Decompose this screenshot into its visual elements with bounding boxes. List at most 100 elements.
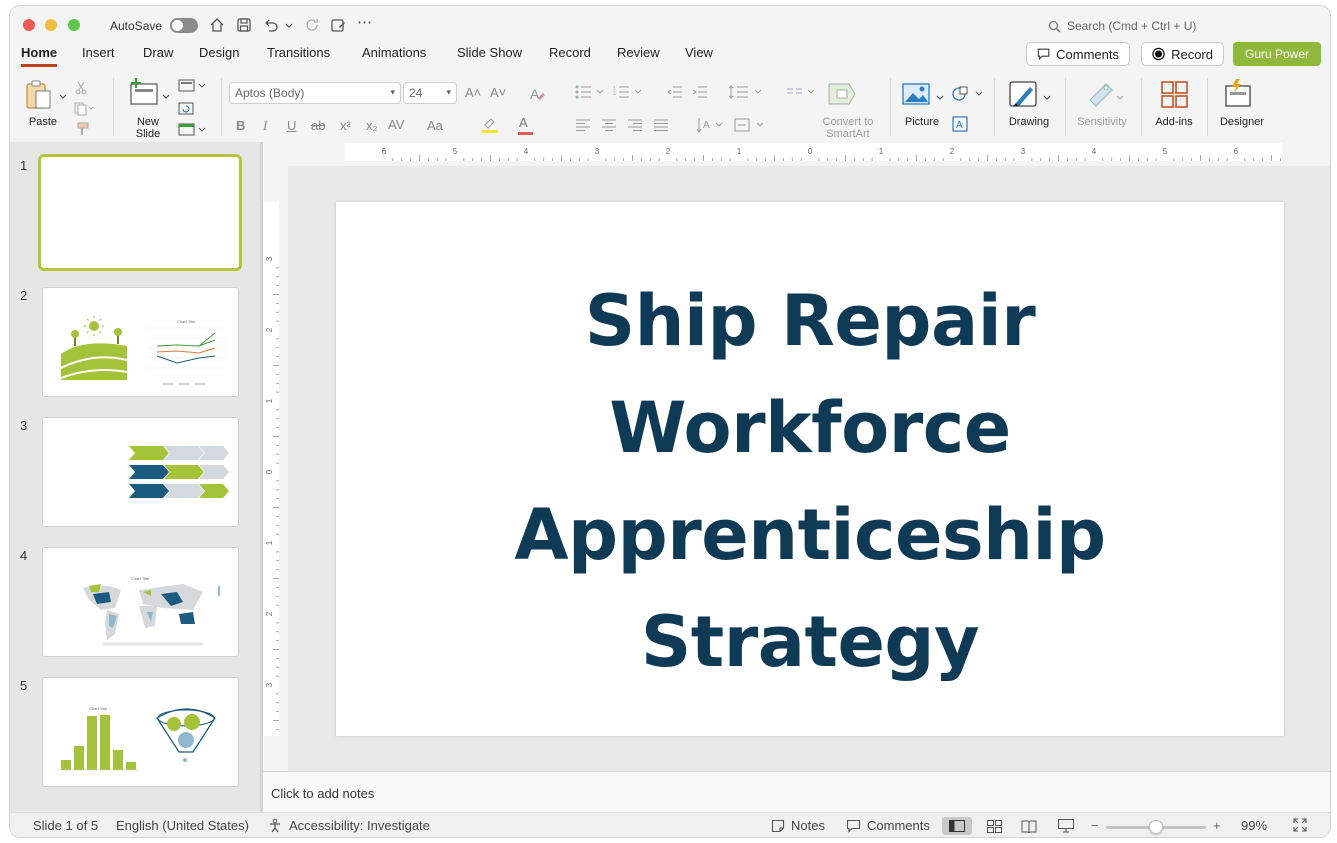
- autosave-toggle[interactable]: [170, 18, 198, 33]
- reset-icon[interactable]: [178, 102, 194, 118]
- tab-view[interactable]: View: [685, 45, 713, 64]
- fit-to-window-button[interactable]: [1293, 818, 1307, 832]
- comments-toggle-button[interactable]: Comments: [846, 818, 930, 833]
- slide-thumbnail-5[interactable]: Chart Title: [42, 677, 239, 787]
- subscript-button[interactable]: x₂: [366, 119, 378, 133]
- redo-icon[interactable]: [304, 17, 320, 37]
- slide-canvas[interactable]: Ship Repair Workforce Apprenticeship Str…: [336, 202, 1284, 736]
- text-direction-icon[interactable]: A: [696, 116, 726, 136]
- zoom-in-button[interactable]: +: [1213, 818, 1221, 833]
- tab-transitions[interactable]: Transitions: [267, 45, 330, 64]
- accessibility-button[interactable]: Accessibility: Investigate: [268, 818, 430, 833]
- tab-record[interactable]: Record: [549, 45, 591, 64]
- font-name-select[interactable]: Aptos (Body) ▾: [229, 82, 401, 104]
- ruler-label: 1: [265, 398, 274, 403]
- tab-design[interactable]: Design: [199, 45, 239, 64]
- paste-icon[interactable]: [25, 79, 55, 113]
- justify-icon[interactable]: [653, 118, 669, 134]
- tab-insert[interactable]: Insert: [82, 45, 115, 64]
- normal-view-button[interactable]: [942, 817, 972, 835]
- change-case-button[interactable]: Aa: [427, 119, 443, 133]
- align-center-icon[interactable]: [601, 118, 617, 134]
- slide-thumbnail-1[interactable]: [38, 154, 242, 271]
- zoom-slider[interactable]: [1106, 820, 1206, 834]
- section-icon[interactable]: [178, 123, 206, 139]
- sensitivity-dropdown-icon[interactable]: [1116, 90, 1124, 104]
- slide-title[interactable]: Ship Repair Workforce Apprenticeship Str…: [396, 242, 1224, 722]
- align-right-icon[interactable]: [627, 118, 643, 134]
- zoom-out-button[interactable]: −: [1091, 818, 1099, 833]
- bullets-icon[interactable]: [575, 85, 605, 101]
- minimize-window-button[interactable]: [45, 19, 57, 31]
- italic-button[interactable]: I: [263, 119, 267, 133]
- slideshow-view-button[interactable]: [1051, 817, 1081, 835]
- maximize-window-button[interactable]: [68, 19, 80, 31]
- tab-review[interactable]: Review: [617, 45, 660, 64]
- more-icon[interactable]: ⋯: [357, 15, 372, 31]
- new-slide-label: New Slide: [135, 116, 161, 140]
- paste-dropdown-icon[interactable]: [59, 89, 67, 103]
- line-spacing-icon[interactable]: [728, 84, 764, 102]
- drawing-icon[interactable]: [1008, 79, 1040, 113]
- tab-draw[interactable]: Draw: [143, 45, 173, 64]
- picture-dropdown-icon[interactable]: [936, 90, 944, 104]
- numbering-icon[interactable]: 12: [613, 85, 643, 101]
- language-indicator[interactable]: English (United States): [116, 818, 249, 833]
- designer-icon[interactable]: [1223, 78, 1255, 112]
- zoom-level[interactable]: 99%: [1241, 818, 1267, 833]
- character-spacing-button[interactable]: AV: [388, 118, 404, 132]
- add-ins-icon[interactable]: [1160, 80, 1190, 112]
- underline-button[interactable]: U: [287, 119, 296, 133]
- thumb-chart-title: Chart Title: [177, 319, 196, 324]
- tab-slide-show[interactable]: Slide Show: [457, 45, 522, 64]
- align-left-icon[interactable]: [575, 118, 591, 134]
- sensitivity-label: Sensitivity: [1077, 116, 1127, 128]
- save-as-icon[interactable]: [330, 17, 346, 37]
- slide-sorter-button[interactable]: [979, 817, 1009, 835]
- smartart-icon[interactable]: [827, 82, 859, 108]
- text-box-icon[interactable]: A: [952, 116, 968, 134]
- tab-home[interactable]: Home: [21, 45, 58, 67]
- font-size-select[interactable]: 24 ▾: [403, 82, 457, 104]
- picture-icon[interactable]: [902, 82, 932, 108]
- home-icon[interactable]: [209, 17, 225, 37]
- superscript-button[interactable]: x²: [340, 119, 351, 133]
- ruler-label: 1: [879, 147, 884, 156]
- format-painter-icon[interactable]: [74, 122, 90, 138]
- tab-animations[interactable]: Animations: [362, 45, 426, 64]
- notes-pane[interactable]: Click to add notes: [263, 771, 1330, 812]
- slide-thumbnail-4[interactable]: Chart Title: [42, 547, 239, 657]
- columns-icon[interactable]: [786, 85, 816, 101]
- decrease-indent-icon[interactable]: [667, 85, 683, 101]
- guru-power-button[interactable]: Guru Power: [1233, 42, 1321, 66]
- sensitivity-icon[interactable]: [1086, 78, 1116, 110]
- save-icon[interactable]: [236, 17, 252, 37]
- comments-button[interactable]: Comments: [1026, 42, 1130, 66]
- drawing-dropdown-icon[interactable]: [1043, 90, 1051, 104]
- search-box[interactable]: Search (Cmd + Ctrl + U): [1048, 19, 1196, 33]
- shapes-icon[interactable]: [952, 85, 984, 105]
- zoom-slider-thumb[interactable]: [1149, 820, 1163, 834]
- slide-thumbnail-3[interactable]: [42, 417, 239, 527]
- slide-thumbnail-2[interactable]: Chart Title: [42, 287, 239, 397]
- clear-formatting-icon[interactable]: A: [529, 86, 545, 105]
- new-slide-dropdown-icon[interactable]: [162, 89, 170, 103]
- cut-icon[interactable]: [74, 81, 88, 97]
- highlight-icon[interactable]: [481, 115, 499, 136]
- increase-indent-icon[interactable]: [692, 85, 708, 101]
- new-slide-icon[interactable]: [128, 78, 160, 110]
- undo-icon[interactable]: [263, 17, 279, 37]
- font-color-button[interactable]: A: [519, 116, 528, 130]
- record-button[interactable]: Record: [1141, 42, 1224, 66]
- strikethrough-button[interactable]: ab: [311, 119, 325, 133]
- copy-icon[interactable]: [74, 102, 94, 118]
- close-window-button[interactable]: [23, 19, 35, 31]
- grow-font-icon[interactable]: A˄: [465, 86, 481, 100]
- layout-icon[interactable]: [178, 79, 206, 95]
- align-text-icon[interactable]: [733, 116, 767, 136]
- undo-dropdown-icon[interactable]: [285, 20, 293, 36]
- notes-toggle-button[interactable]: Notes: [771, 818, 825, 833]
- shrink-font-icon[interactable]: A˅: [490, 86, 506, 100]
- bold-button[interactable]: B: [236, 119, 245, 133]
- reading-view-button[interactable]: [1014, 817, 1044, 835]
